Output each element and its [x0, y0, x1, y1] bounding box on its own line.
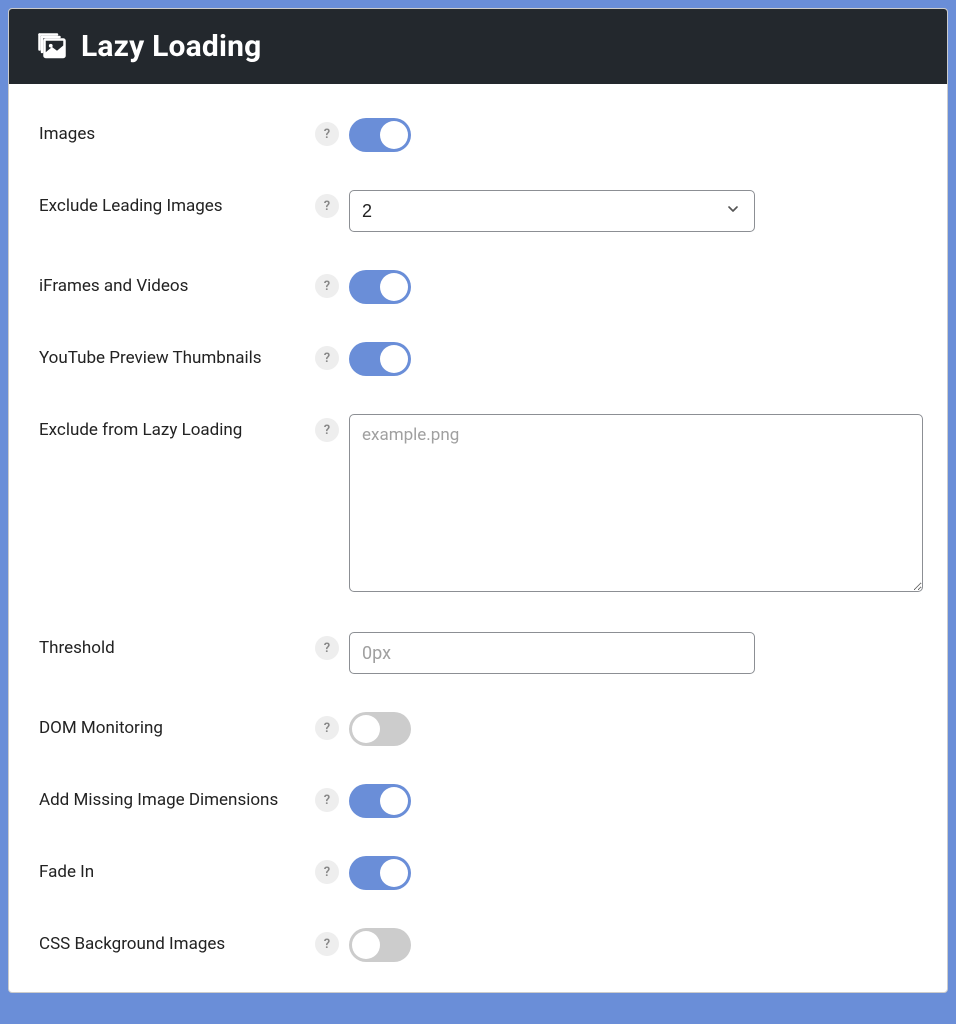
- help-icon[interactable]: ?: [315, 346, 339, 370]
- threshold-label: Threshold: [39, 638, 115, 658]
- setting-row-threshold: Threshold ?: [39, 632, 917, 674]
- images-toggle[interactable]: [349, 118, 411, 152]
- threshold-input[interactable]: [349, 632, 755, 674]
- setting-row-css-background: CSS Background Images ?: [39, 928, 917, 962]
- fade-in-toggle[interactable]: [349, 856, 411, 890]
- add-missing-dims-toggle[interactable]: [349, 784, 411, 818]
- youtube-preview-toggle[interactable]: [349, 342, 411, 376]
- css-background-toggle[interactable]: [349, 928, 411, 962]
- setting-row-dom-monitoring: DOM Monitoring ?: [39, 712, 917, 746]
- youtube-preview-label: YouTube Preview Thumbnails: [39, 348, 262, 368]
- dom-monitoring-toggle[interactable]: [349, 712, 411, 746]
- lazy-loading-panel: Lazy Loading Images ? Exclude Leading Im…: [8, 8, 948, 993]
- exclude-from-lazy-textarea[interactable]: [349, 414, 923, 592]
- iframes-videos-toggle[interactable]: [349, 270, 411, 304]
- help-icon[interactable]: ?: [315, 194, 339, 218]
- help-icon[interactable]: ?: [315, 716, 339, 740]
- iframes-videos-label: iFrames and Videos: [39, 276, 188, 296]
- css-background-label: CSS Background Images: [39, 934, 225, 954]
- setting-row-fade-in: Fade In ?: [39, 856, 917, 890]
- help-icon[interactable]: ?: [315, 788, 339, 812]
- setting-row-add-missing-dims: Add Missing Image Dimensions ?: [39, 784, 917, 818]
- help-icon[interactable]: ?: [315, 274, 339, 298]
- fade-in-label: Fade In: [39, 862, 94, 882]
- help-icon[interactable]: ?: [315, 860, 339, 884]
- help-icon[interactable]: ?: [315, 122, 339, 146]
- exclude-from-lazy-label: Exclude from Lazy Loading: [39, 420, 242, 440]
- panel-title: Lazy Loading: [81, 29, 262, 64]
- exclude-leading-images-label: Exclude Leading Images: [39, 196, 223, 216]
- setting-row-iframes-videos: iFrames and Videos ?: [39, 270, 917, 304]
- help-icon[interactable]: ?: [315, 418, 339, 442]
- setting-row-images: Images ?: [39, 118, 917, 152]
- panel-body: Images ? Exclude Leading Images ?: [9, 84, 947, 992]
- panel-header: Lazy Loading: [9, 9, 947, 84]
- exclude-leading-images-select[interactable]: 2: [349, 190, 755, 232]
- setting-row-exclude-from-lazy: Exclude from Lazy Loading ?: [39, 414, 917, 592]
- dom-monitoring-label: DOM Monitoring: [39, 718, 163, 738]
- setting-row-exclude-leading-images: Exclude Leading Images ? 2: [39, 190, 917, 232]
- setting-row-youtube-preview: YouTube Preview Thumbnails ?: [39, 342, 917, 376]
- add-missing-dims-label: Add Missing Image Dimensions: [39, 790, 278, 810]
- help-icon[interactable]: ?: [315, 636, 339, 660]
- images-label: Images: [39, 124, 95, 144]
- help-icon[interactable]: ?: [315, 932, 339, 956]
- images-stack-icon: [37, 32, 67, 62]
